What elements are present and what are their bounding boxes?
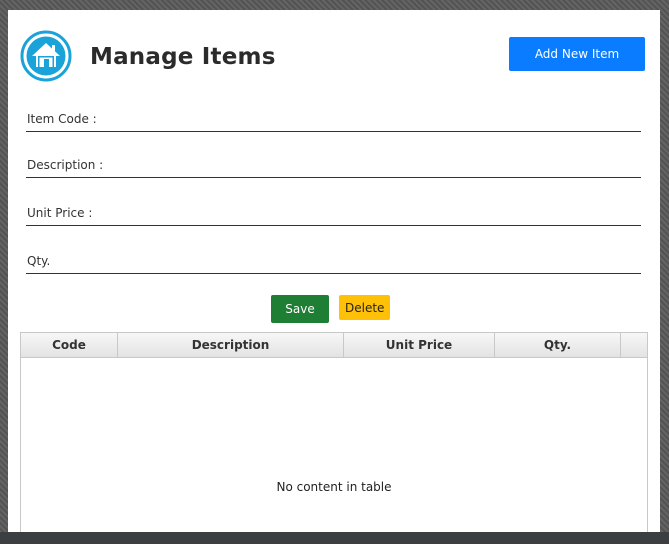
save-button[interactable]: Save bbox=[271, 295, 329, 323]
description-label: Description : bbox=[27, 158, 104, 172]
add-new-item-button[interactable]: Add New Item bbox=[509, 37, 645, 71]
column-header-code[interactable]: Code bbox=[21, 333, 118, 357]
item-code-label: Item Code : bbox=[27, 112, 97, 126]
column-header-description[interactable]: Description bbox=[118, 333, 344, 357]
qty-field[interactable]: Qty. bbox=[26, 251, 641, 274]
item-code-field[interactable]: Item Code : bbox=[26, 109, 641, 132]
bottom-bar bbox=[0, 532, 669, 544]
unit-price-field[interactable]: Unit Price : bbox=[26, 203, 641, 226]
table-header: Code Description Unit Price Qty. bbox=[21, 333, 647, 358]
column-header-unit-price[interactable]: Unit Price bbox=[344, 333, 495, 357]
description-field[interactable]: Description : bbox=[26, 155, 641, 178]
manage-items-panel: Manage Items Add New Item Item Code : De… bbox=[8, 10, 660, 532]
items-table[interactable]: Code Description Unit Price Qty. No cont… bbox=[20, 332, 648, 532]
description-input[interactable] bbox=[116, 157, 640, 175]
item-code-input[interactable] bbox=[116, 111, 640, 129]
column-header-filler bbox=[621, 333, 647, 357]
delete-button[interactable]: Delete bbox=[339, 295, 390, 320]
empty-table-message: No content in table bbox=[276, 480, 392, 494]
column-header-qty[interactable]: Qty. bbox=[495, 333, 621, 357]
unit-price-label: Unit Price : bbox=[27, 206, 93, 220]
page-title: Manage Items bbox=[90, 44, 276, 70]
home-icon bbox=[20, 30, 72, 82]
qty-label: Qty. bbox=[27, 254, 51, 268]
unit-price-input[interactable] bbox=[116, 205, 640, 223]
qty-input[interactable] bbox=[116, 253, 640, 271]
